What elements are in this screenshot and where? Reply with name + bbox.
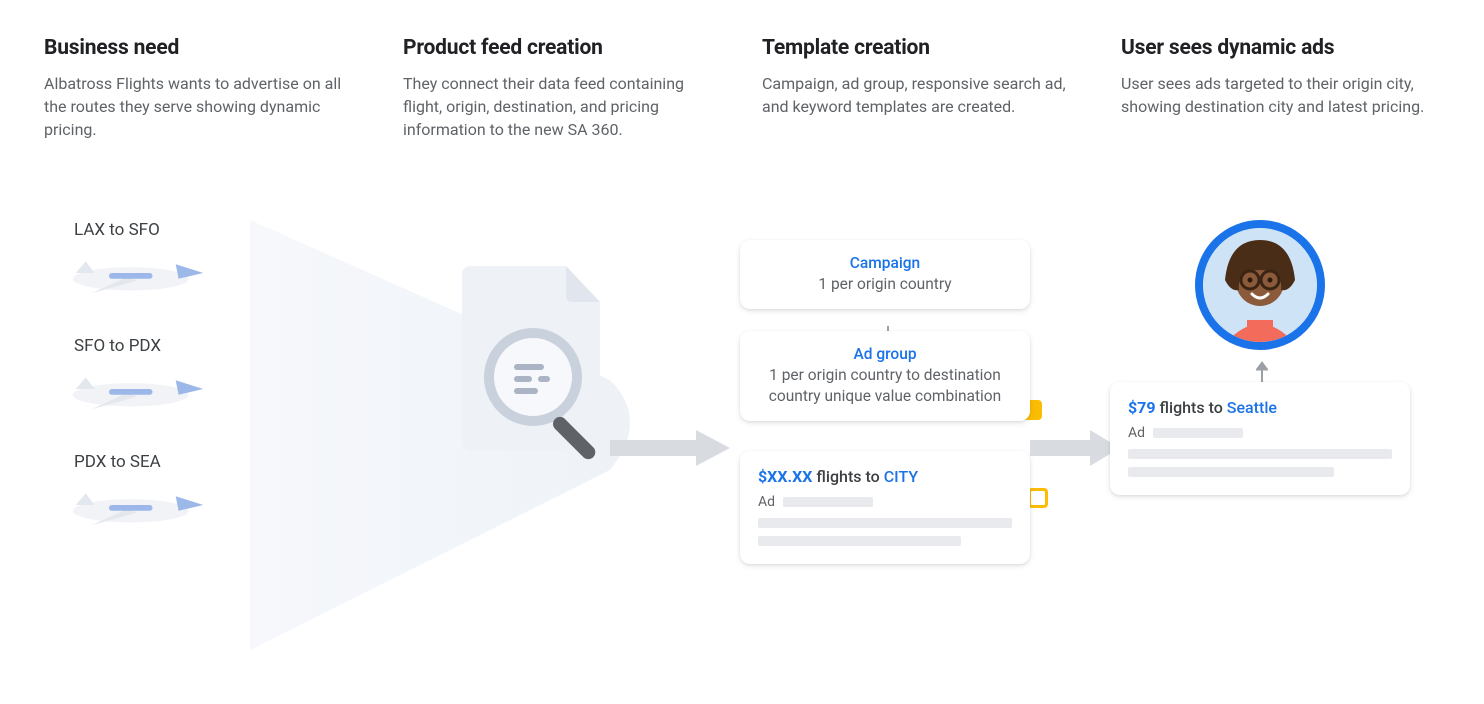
ad-headline: $XX.XX flights to CITY (758, 467, 1012, 486)
placeholder-bar (1153, 428, 1243, 438)
placeholder-bar (1128, 467, 1334, 477)
placeholder-bar (758, 518, 1012, 528)
col-template-creation: Template creation Campaign, ad group, re… (762, 36, 1081, 142)
route-item: LAX to SFO (56, 220, 336, 306)
route-item: SFO to PDX (56, 336, 336, 422)
ad-price: $XX.XX (758, 467, 812, 486)
adgroup-card: Ad group 1 per origin country to destina… (740, 331, 1030, 421)
col-dynamic-ads: User sees dynamic ads User sees ads targ… (1121, 36, 1440, 142)
col-product-feed: Product feed creation They connect their… (403, 36, 722, 142)
magnifier-icon (478, 322, 628, 472)
airplane-icon (58, 360, 218, 418)
card-title: Ad group (758, 345, 1012, 363)
template-stack: Campaign 1 per origin country Ad group 1… (740, 240, 1030, 576)
ad-label: Ad (1128, 425, 1145, 441)
description: They connect their data feed containing … (403, 72, 722, 142)
card-title: Campaign (758, 254, 1012, 272)
placeholder-bar (758, 536, 961, 546)
route-label: PDX to SEA (74, 452, 336, 472)
dynamic-ad-card: $79 flights to Seattle Ad (1110, 382, 1410, 495)
route-label: SFO to PDX (74, 336, 336, 356)
diagram-canvas: LAX to SFO SFO to PDX PDX to SEA (0, 210, 1484, 690)
template-ad-card: $XX.XX flights to CITY Ad (740, 451, 1030, 564)
heading: Business need (44, 36, 363, 60)
ad-price: $79 (1128, 398, 1156, 417)
heading: User sees dynamic ads (1121, 36, 1440, 60)
decor-chip (1028, 488, 1048, 508)
header-columns: Business need Albatross Flights wants to… (0, 0, 1484, 142)
flow-arrow-icon (610, 430, 730, 466)
placeholder-bar (783, 497, 873, 507)
ad-destination: CITY (884, 467, 918, 486)
airplane-icon (58, 244, 218, 302)
ad-headline: $79 flights to Seattle (1128, 398, 1392, 417)
description: Campaign, ad group, responsive search ad… (762, 72, 1081, 118)
heading: Template creation (762, 36, 1081, 60)
card-subtitle: 1 per origin country (758, 274, 1012, 295)
ad-mid: flights to (812, 467, 883, 486)
col-business-need: Business need Albatross Flights wants to… (44, 36, 363, 142)
ad-destination: Seattle (1227, 398, 1277, 417)
document-magnifier (430, 260, 650, 560)
ad-mid: flights to (1156, 398, 1227, 417)
person-icon (1203, 228, 1317, 342)
heading: Product feed creation (403, 36, 722, 60)
route-item: PDX to SEA (56, 452, 336, 538)
ad-label: Ad (758, 494, 775, 510)
flow-arrow-icon (1030, 430, 1120, 466)
routes-list: LAX to SFO SFO to PDX PDX to SEA (56, 220, 336, 568)
placeholder-bar (1128, 449, 1392, 459)
description: User sees ads targeted to their origin c… (1121, 72, 1440, 118)
campaign-card: Campaign 1 per origin country (740, 240, 1030, 309)
user-dynamic-ad: $79 flights to Seattle Ad (1110, 220, 1410, 507)
route-label: LAX to SFO (74, 220, 336, 240)
airplane-icon (58, 476, 218, 534)
card-subtitle: 1 per origin country to destination coun… (758, 365, 1012, 407)
user-avatar (1195, 220, 1325, 350)
description: Albatross Flights wants to advertise on … (44, 72, 363, 142)
